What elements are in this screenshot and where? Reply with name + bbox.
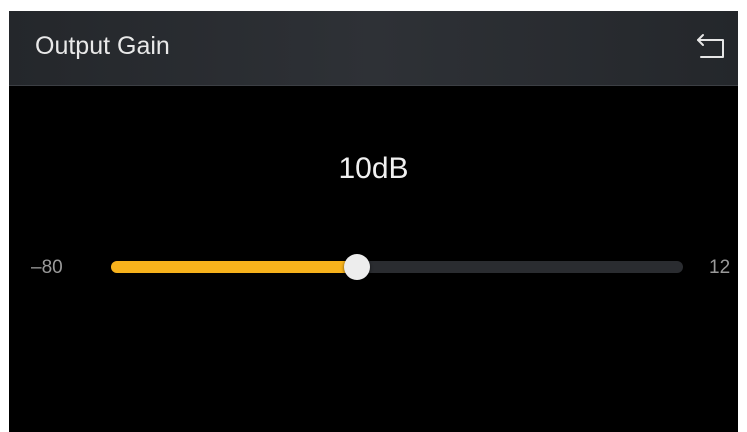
back-button[interactable] bbox=[695, 31, 729, 65]
slider-thumb[interactable] bbox=[344, 254, 370, 280]
page-title: Output Gain bbox=[35, 32, 170, 60]
output-gain-screen: Output Gain 10dB –80 12 bbox=[9, 11, 738, 432]
gain-value: 10dB bbox=[338, 152, 409, 185]
slider-fill bbox=[111, 261, 357, 273]
back-arrow-icon bbox=[697, 34, 724, 58]
gain-slider[interactable] bbox=[111, 252, 683, 282]
header-bar: Output Gain bbox=[9, 11, 738, 86]
max-label: 12 bbox=[709, 257, 731, 278]
min-label: –80 bbox=[31, 257, 63, 278]
